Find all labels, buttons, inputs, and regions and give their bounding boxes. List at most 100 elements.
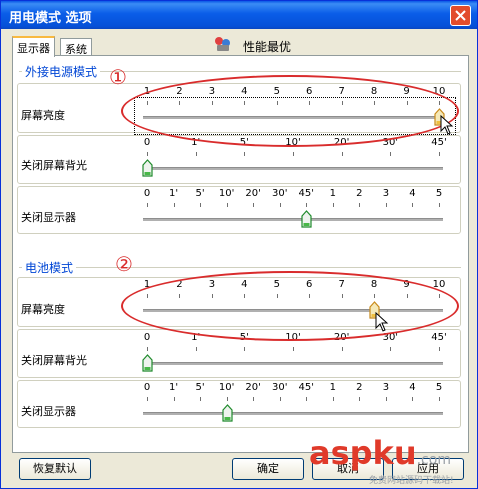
annotation-number-2: ② xyxy=(115,252,133,276)
restore-defaults-button[interactable]: 恢复默认 xyxy=(19,458,91,480)
ac-section-title: 外接电源模式 xyxy=(22,63,101,80)
tick-mark xyxy=(200,203,202,207)
tick-mark xyxy=(439,203,440,207)
tick-mark xyxy=(412,203,414,207)
tick-mark xyxy=(195,152,197,156)
tick-mark xyxy=(439,152,440,156)
tick-label: 5 xyxy=(435,382,443,393)
close-button[interactable] xyxy=(450,5,471,26)
tick-mark xyxy=(385,397,387,401)
tick-mark xyxy=(226,203,228,207)
tick-label: 4 xyxy=(409,382,416,393)
tick-label: 0 xyxy=(143,137,151,148)
slider-track[interactable] xyxy=(143,167,443,171)
tick-label: 2 xyxy=(356,188,363,199)
tick-mark xyxy=(390,152,392,156)
tick-label: 20' xyxy=(245,382,261,393)
slider-thumb[interactable] xyxy=(222,404,233,422)
slider-thumb[interactable] xyxy=(142,354,153,372)
tick-label: 2 xyxy=(356,382,363,393)
tick-mark xyxy=(147,152,148,156)
tick-mark xyxy=(359,203,361,207)
tick-label: 20' xyxy=(245,188,261,199)
tick-label: 30' xyxy=(271,188,288,199)
tick-label: 3 xyxy=(382,382,390,393)
slider-track[interactable] xyxy=(143,362,443,366)
mouse-cursor-icon xyxy=(440,115,454,135)
tick-mark xyxy=(253,203,255,207)
tick-mark xyxy=(226,397,228,401)
mode-label: 性能最优 xyxy=(243,40,292,54)
tick-label: 0 xyxy=(143,332,151,343)
tick-label: 45' xyxy=(431,332,447,343)
tick-label: 10' xyxy=(218,188,235,199)
ac-brightness-label: 屏幕亮度 xyxy=(21,109,65,122)
ac-backlight-label: 关闭屏幕背光 xyxy=(21,159,87,172)
battery-backlight-label: 关闭屏幕背光 xyxy=(21,354,87,367)
performance-mode-icon xyxy=(215,37,230,51)
tick-mark xyxy=(244,152,246,156)
annotation-ellipse-2 xyxy=(121,271,459,341)
tick-label: 1' xyxy=(168,188,179,199)
tab-display-label: 显示器 xyxy=(17,42,50,55)
window-title: 用电模式 选项 xyxy=(9,11,92,26)
tick-label: 4 xyxy=(409,188,416,199)
tick-mark xyxy=(147,203,148,207)
tick-mark xyxy=(412,397,414,401)
tick-mark xyxy=(279,397,281,401)
tick-label: 30' xyxy=(271,382,288,393)
tick-mark xyxy=(341,347,343,351)
tick-mark xyxy=(439,347,440,351)
ac-display-row xyxy=(17,186,461,234)
tick-mark xyxy=(359,397,361,401)
tick-mark xyxy=(147,397,148,401)
tick-label: 45' xyxy=(298,382,315,393)
slider-thumb[interactable] xyxy=(301,210,312,228)
tick-label: 1 xyxy=(329,382,336,393)
tick-label: 45' xyxy=(431,137,447,148)
slider-track[interactable] xyxy=(143,218,443,222)
tick-mark xyxy=(306,203,308,207)
annotation-number-1: ① xyxy=(109,65,127,89)
slider-thumb[interactable] xyxy=(142,159,153,177)
tick-mark xyxy=(173,203,175,207)
tab-display[interactable]: 显示器 xyxy=(12,36,55,57)
battery-display-label: 关闭显示器 xyxy=(21,405,76,418)
tick-mark xyxy=(244,347,246,351)
tick-mark xyxy=(293,152,294,156)
tick-mark xyxy=(332,203,334,207)
battery-section-title: 电池模式 xyxy=(22,259,77,276)
tick-mark xyxy=(253,397,255,401)
tick-label: 5 xyxy=(435,188,443,199)
tick-mark xyxy=(439,397,440,401)
dialog-window: 用电模式 选项 显示器 系统 性能最优 外接电源模式 屏幕亮度 12345678… xyxy=(0,0,478,489)
tick-mark xyxy=(147,347,148,351)
battery-section-divider xyxy=(19,267,461,268)
ok-button[interactable]: 确定 xyxy=(232,458,304,480)
close-icon xyxy=(455,10,466,21)
watermark-tagline: 免费网站源码下载站! xyxy=(369,476,454,486)
battery-brightness-label: 屏幕亮度 xyxy=(21,303,65,316)
tick-mark xyxy=(332,397,334,401)
tick-mark xyxy=(200,397,202,401)
title-bar[interactable]: 用电模式 选项 xyxy=(1,1,477,29)
tick-label: 5' xyxy=(195,382,205,393)
slider-track[interactable] xyxy=(143,412,443,416)
tick-mark xyxy=(195,347,197,351)
tick-mark xyxy=(293,347,294,351)
tick-label: 0 xyxy=(143,382,151,393)
tick-label: 1' xyxy=(168,382,179,393)
tick-label: 1 xyxy=(329,188,336,199)
tick-mark xyxy=(279,203,281,207)
tick-mark xyxy=(341,152,343,156)
tick-mark xyxy=(173,397,175,401)
tick-label: 3 xyxy=(382,188,390,199)
ac-display-label: 关闭显示器 xyxy=(21,211,76,224)
watermark-main: aspku xyxy=(309,434,417,472)
tick-label: 5' xyxy=(195,188,205,199)
tab-system[interactable]: 系统 xyxy=(60,38,92,56)
watermark-suffix: .com xyxy=(416,452,451,468)
battery-display-row xyxy=(17,380,461,428)
tick-label: 45' xyxy=(298,188,315,199)
mouse-cursor-icon xyxy=(375,312,389,332)
